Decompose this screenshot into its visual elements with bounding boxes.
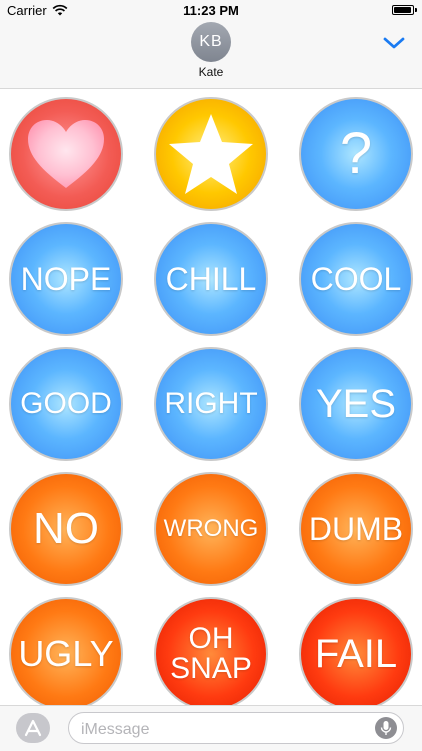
conversation-header: KB Kate <box>0 22 422 89</box>
sticker-ugly[interactable]: UGLY <box>9 597 123 711</box>
chevron-down-icon[interactable] <box>382 35 406 51</box>
sticker-star[interactable] <box>154 97 268 211</box>
microphone-button[interactable] <box>375 717 397 739</box>
sticker-label: NO <box>33 504 99 553</box>
message-placeholder: iMessage <box>81 721 150 738</box>
sticker-dumb[interactable]: DUMB <box>299 472 413 586</box>
heart-icon <box>28 120 104 188</box>
contact-avatar[interactable]: KB <box>191 22 231 62</box>
status-time: 11:23 PM <box>183 3 239 18</box>
sticker-cool[interactable]: COOL <box>299 222 413 336</box>
sticker-label: YES <box>315 382 397 426</box>
sticker-label: CHILL <box>165 261 257 297</box>
sticker-chill[interactable]: CHILL <box>154 222 268 336</box>
app-store-icon <box>24 719 42 737</box>
sticker-label: FAIL <box>314 632 398 676</box>
contact-name[interactable]: Kate <box>0 65 422 79</box>
sticker-no[interactable]: NO <box>9 472 123 586</box>
sticker-label: RIGHT <box>164 387 258 420</box>
sticker-question[interactable]: ? <box>299 97 413 211</box>
sticker-grid: ? NOPE CHILL COOL GOOD RIGHT YES NO WRON… <box>0 89 422 711</box>
sticker-label: COOL <box>310 261 402 297</box>
sticker-nope[interactable]: NOPE <box>9 222 123 336</box>
sticker-oh-snap[interactable]: OH SNAP <box>154 597 268 711</box>
sticker-label: NOPE <box>20 261 112 297</box>
message-input-bar: iMessage <box>0 705 422 751</box>
sticker-label: ? <box>339 121 373 186</box>
sticker-heart[interactable] <box>9 97 123 211</box>
sticker-label: OH SNAP <box>170 622 252 685</box>
sticker-wrong[interactable]: WRONG <box>154 472 268 586</box>
app-store-button[interactable] <box>16 713 50 743</box>
message-input[interactable]: iMessage <box>68 712 404 744</box>
sticker-right[interactable]: RIGHT <box>154 347 268 461</box>
sticker-label: GOOD <box>20 387 112 420</box>
sticker-yes[interactable]: YES <box>299 347 413 461</box>
star-icon <box>169 114 253 194</box>
sticker-fail[interactable]: FAIL <box>299 597 413 711</box>
sticker-good[interactable]: GOOD <box>9 347 123 461</box>
status-bar: Carrier 11:23 PM <box>0 0 422 22</box>
battery-nub <box>415 8 417 12</box>
microphone-icon <box>380 721 392 735</box>
sticker-label: WRONG <box>163 515 259 542</box>
sticker-label: DUMB <box>308 511 404 547</box>
sticker-label: UGLY <box>18 633 114 674</box>
battery-icon <box>392 5 414 15</box>
